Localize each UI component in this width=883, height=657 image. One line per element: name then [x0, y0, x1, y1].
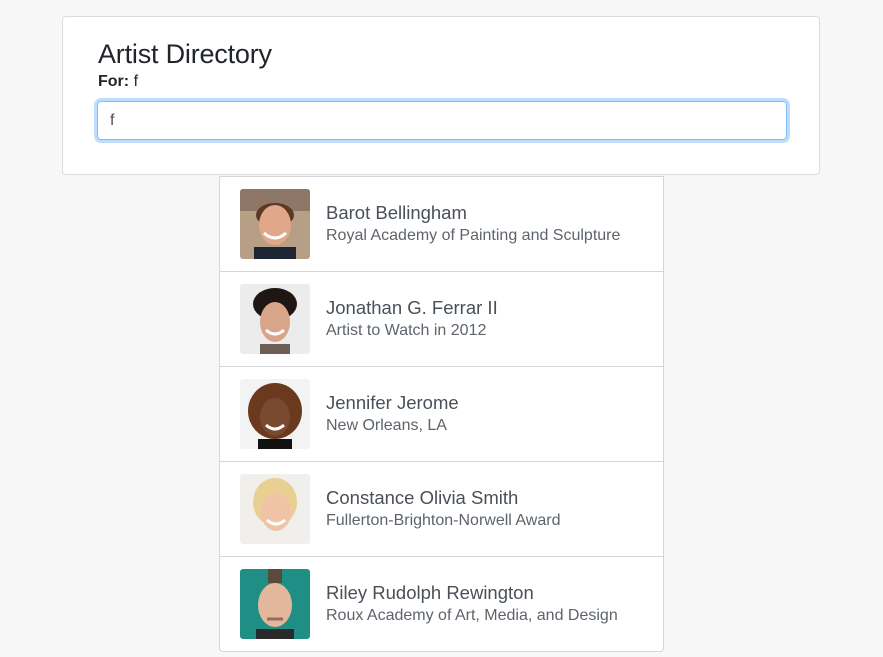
avatar — [240, 569, 310, 639]
list-item[interactable]: Jennifer Jerome New Orleans, LA — [219, 367, 664, 462]
artist-reknown: Artist to Watch in 2012 — [326, 322, 487, 339]
artist-reknown: New Orleans, LA — [326, 417, 447, 434]
artist-reknown: Royal Academy of Painting and Sculpture — [326, 227, 621, 244]
artist-name: Jonathan G. Ferrar II — [326, 297, 498, 318]
query-summary: For: f — [98, 73, 138, 91]
page-title: Artist Directory — [98, 39, 272, 69]
artist-name: Barot Bellingham — [326, 202, 467, 223]
artist-list: Barot Bellingham Royal Academy of Painti… — [219, 176, 664, 652]
search-header-card: Artist Directory For: f — [62, 16, 820, 175]
search-input[interactable] — [97, 101, 787, 140]
artist-name: Constance Olivia Smith — [326, 487, 519, 508]
artist-name: Riley Rudolph Rewington — [326, 582, 534, 603]
avatar — [240, 189, 310, 259]
list-item[interactable]: Barot Bellingham Royal Academy of Painti… — [219, 176, 664, 272]
list-item[interactable]: Jonathan G. Ferrar II Artist to Watch in… — [219, 272, 664, 367]
artist-name: Jennifer Jerome — [326, 392, 459, 413]
for-label: For: — [98, 73, 130, 90]
list-item[interactable]: Constance Olivia Smith Fullerton-Brighto… — [219, 462, 664, 557]
avatar — [240, 379, 310, 449]
artist-reknown: Roux Academy of Art, Media, and Design — [326, 607, 618, 624]
avatar — [240, 284, 310, 354]
artist-reknown: Fullerton-Brighton-Norwell Award — [326, 512, 561, 529]
query-text: f — [133, 73, 139, 90]
avatar — [240, 474, 310, 544]
list-item[interactable]: Riley Rudolph Rewington Roux Academy of … — [219, 557, 664, 652]
